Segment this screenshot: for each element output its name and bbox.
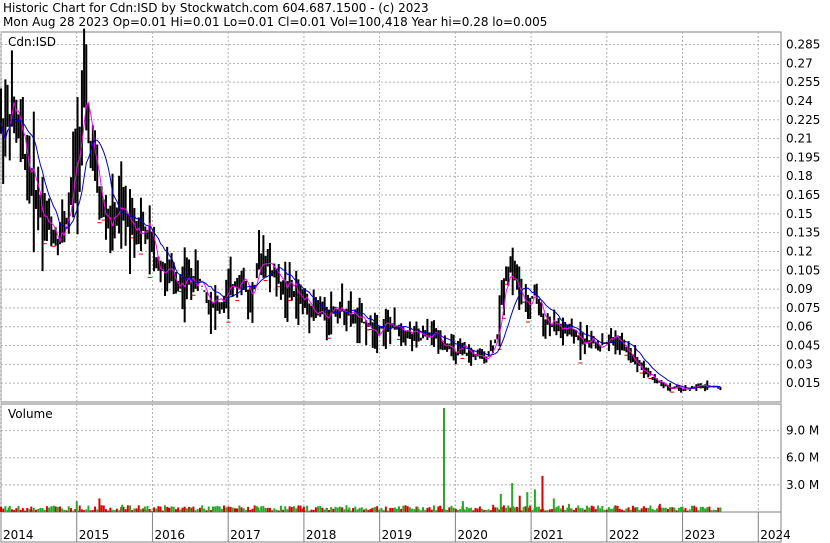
price-y-tick-label: 0.255 (786, 75, 820, 89)
price-y-tick-label: 0.15 (786, 207, 813, 221)
x-tick-label: 2016 (154, 528, 185, 542)
price-panel-label: Cdn:ISD (8, 35, 56, 49)
x-tick-label: 2017 (230, 528, 261, 542)
price-y-tick-label: 0.285 (786, 38, 820, 52)
price-y-tick-label: 0.27 (786, 56, 813, 70)
price-y-tick-label: 0.225 (786, 113, 820, 127)
price-y-tick-label: 0.03 (786, 357, 813, 371)
x-tick-label: 2015 (79, 528, 110, 542)
x-tick-label: 2019 (382, 528, 413, 542)
x-tick-label: 2023 (685, 528, 716, 542)
stock-chart: 0.285 0.27 0.255 0.24 0.225 0.21 0.195 0.18 0.16… (0, 28, 820, 543)
price-y-tick-label: 0.09 (786, 282, 813, 296)
price-y-tick-label: 0.24 (786, 94, 813, 108)
price-y-tick-label: 0.045 (786, 339, 820, 353)
x-tick-label: 2020 (457, 528, 488, 542)
volume-y-tick-label: 3.0 M (786, 478, 819, 492)
price-y-tick-label: 0.105 (786, 263, 820, 277)
price-y-tick-label: 0.075 (786, 301, 820, 315)
price-y-tick-label: 0.06 (786, 320, 813, 334)
price-y-tick-label: 0.21 (786, 132, 813, 146)
volume-y-tick-label: 6.0 M (786, 451, 819, 465)
x-tick-label: 2021 (533, 528, 564, 542)
moving-average-short-line (0, 101, 721, 390)
volume-panel-label: Volume (8, 407, 53, 421)
x-tick-label: 2022 (609, 528, 640, 542)
volume-y-tick-label: 9.0 M (786, 424, 819, 438)
price-y-tick-label: 0.165 (786, 188, 820, 202)
price-y-tick-label: 0.12 (786, 244, 813, 258)
moving-average-long-line (0, 117, 721, 389)
x-tick-label: 2024 (760, 528, 791, 542)
x-tick-label: 2018 (306, 528, 337, 542)
price-y-tick-label: 0.18 (786, 169, 813, 183)
price-y-tick-label: 0.015 (786, 376, 820, 390)
price-y-tick-label: 0.195 (786, 150, 820, 164)
price-panel-frame (0, 31, 782, 403)
price-y-tick-label: 0.135 (786, 226, 820, 240)
x-tick-label: 2014 (3, 528, 34, 542)
